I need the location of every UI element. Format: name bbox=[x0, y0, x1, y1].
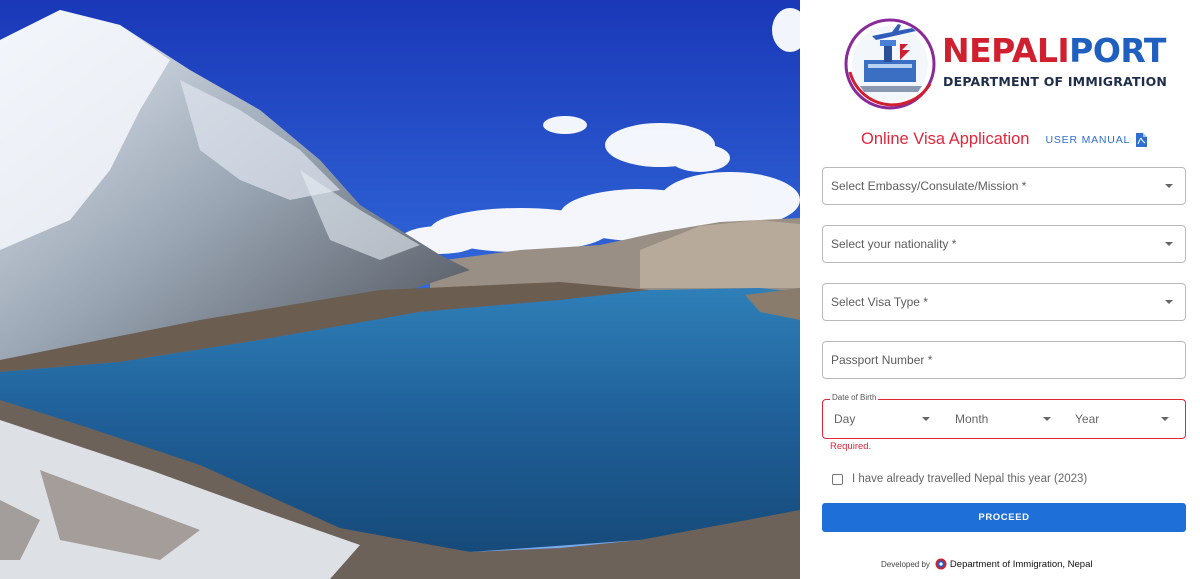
caret-down-icon bbox=[1043, 417, 1051, 421]
footer-org-name: Department of Immigration, Nepal bbox=[949, 558, 1093, 570]
nepaliport-logo: NEPALIPORT DEPARTMENT OF IMMIGRATION bbox=[842, 14, 1172, 114]
travelled-checkbox[interactable] bbox=[832, 473, 843, 485]
caret-down-icon bbox=[922, 417, 930, 421]
visa-type-select-placeholder: Select Visa Type * bbox=[831, 295, 928, 309]
brand-subtitle: DEPARTMENT OF IMMIGRATION bbox=[943, 74, 1168, 89]
passport-number-placeholder: Passport Number * bbox=[831, 353, 933, 367]
form-title: Online Visa Application bbox=[861, 130, 1030, 148]
hero-landscape-image bbox=[0, 0, 800, 579]
dob-month-select[interactable]: Month bbox=[955, 400, 1051, 438]
passport-number-input[interactable]: Passport Number * bbox=[822, 341, 1186, 379]
immigration-emblem-icon bbox=[935, 558, 947, 570]
brand-title-port: PORT bbox=[1069, 31, 1166, 70]
form-heading: Online Visa Application USER MANUAL bbox=[861, 130, 1148, 149]
brand-title: NEPALIPORT bbox=[942, 34, 1166, 67]
travelled-checkbox-row[interactable]: I have already travelled Nepal this year… bbox=[832, 473, 1087, 485]
nepaliport-emblem-icon bbox=[844, 18, 936, 110]
user-manual-label: USER MANUAL bbox=[1045, 133, 1131, 146]
mountain-lake-illustration bbox=[0, 0, 800, 579]
embassy-select-placeholder: Select Embassy/Consulate/Mission * bbox=[831, 179, 1027, 193]
nationality-select[interactable]: Select your nationality * bbox=[822, 225, 1186, 263]
pdf-icon bbox=[1136, 132, 1148, 147]
footer-developed-by: Developed by bbox=[881, 559, 930, 569]
nationality-select-placeholder: Select your nationality * bbox=[831, 237, 957, 251]
caret-down-icon bbox=[1165, 242, 1173, 246]
caret-down-icon bbox=[1165, 300, 1173, 304]
user-manual-link[interactable]: USER MANUAL bbox=[1045, 132, 1148, 147]
dob-year-select[interactable]: Year bbox=[1075, 400, 1169, 438]
caret-down-icon bbox=[1161, 417, 1169, 421]
dob-day-placeholder: Day bbox=[834, 412, 856, 426]
visa-application-page: NEPALIPORT DEPARTMENT OF IMMIGRATION Onl… bbox=[0, 0, 1200, 579]
embassy-select[interactable]: Select Embassy/Consulate/Mission * bbox=[822, 167, 1186, 205]
dob-day-select[interactable]: Day bbox=[834, 400, 930, 438]
dob-month-placeholder: Month bbox=[955, 412, 989, 426]
dob-year-placeholder: Year bbox=[1075, 412, 1100, 426]
dob-error-message: Required. bbox=[830, 441, 872, 452]
caret-down-icon bbox=[1165, 184, 1173, 188]
visa-type-select[interactable]: Select Visa Type * bbox=[822, 283, 1186, 321]
brand-title-nepali: NEPALI bbox=[942, 31, 1070, 70]
footer-credit: Developed by Department of Immigration, … bbox=[881, 558, 1092, 570]
travelled-checkbox-label: I have already travelled Nepal this year… bbox=[852, 473, 1088, 485]
date-of-birth-group: Date of Birth Day Month Year bbox=[822, 393, 1186, 439]
proceed-button[interactable]: PROCEED bbox=[822, 503, 1186, 532]
